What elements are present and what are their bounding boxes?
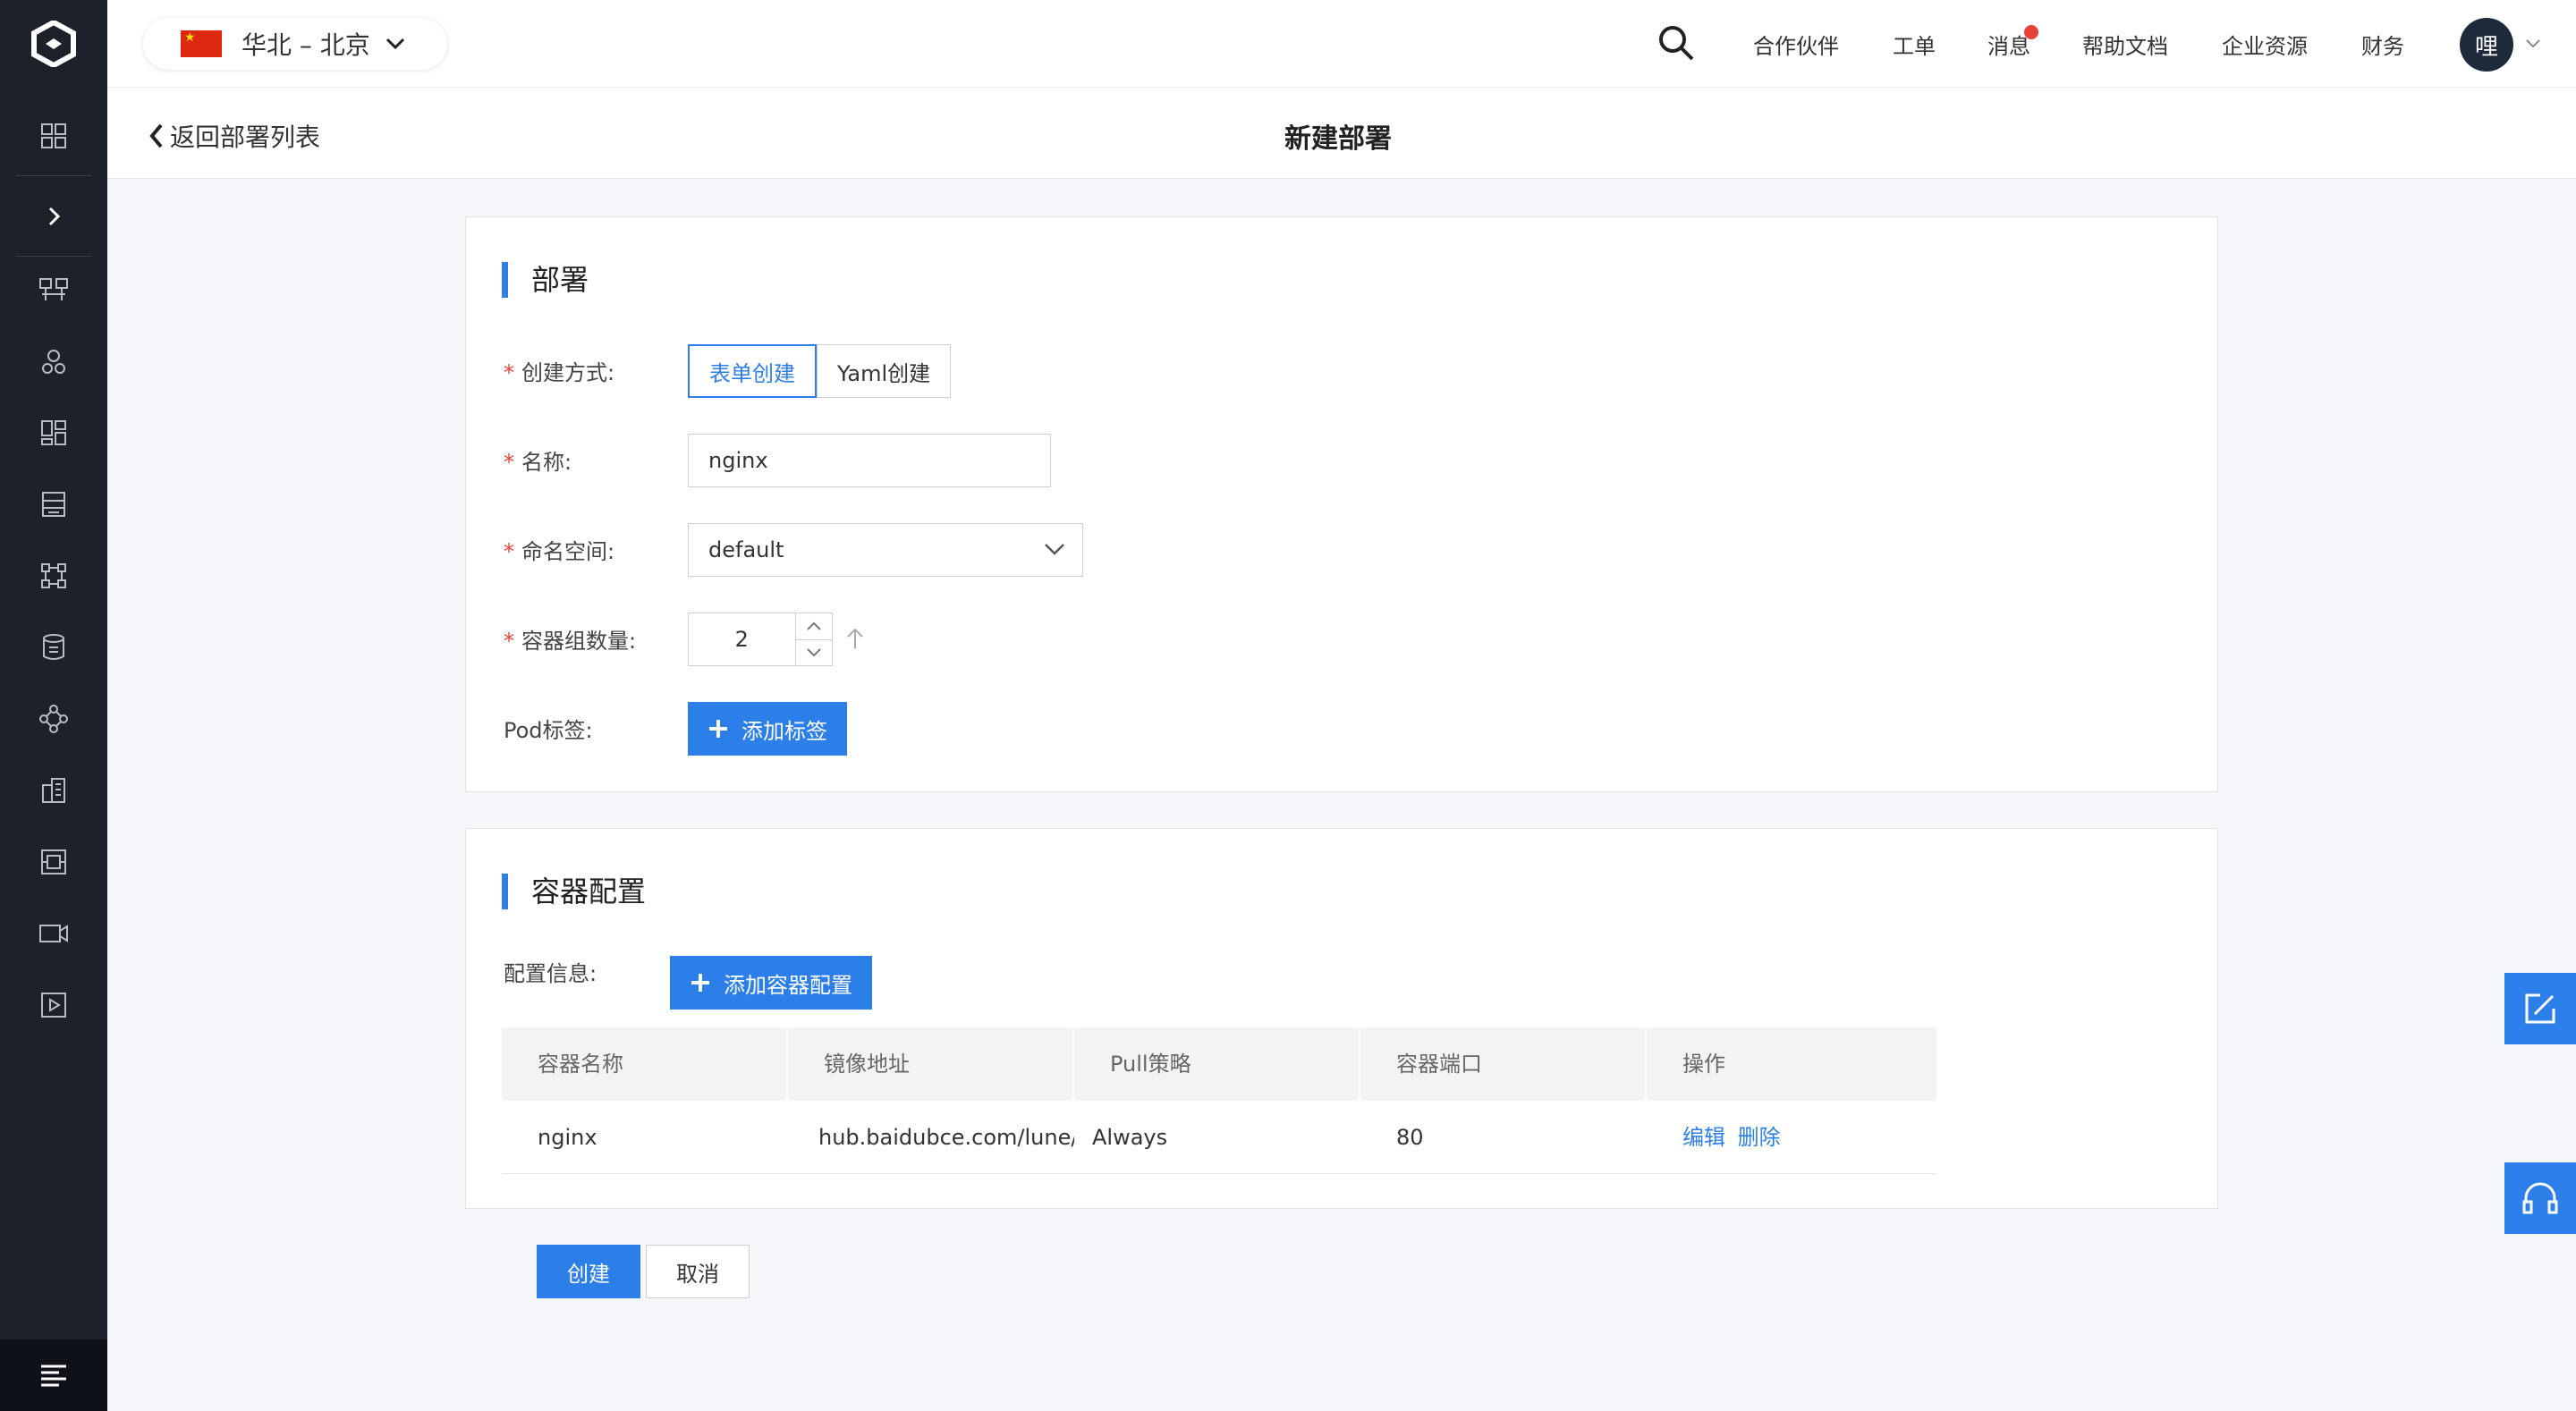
- topology-icon[interactable]: [0, 692, 107, 746]
- cell-container-port: 80: [1396, 1125, 1424, 1150]
- feedback-button[interactable]: [2504, 973, 2576, 1044]
- edit-icon: [2525, 993, 2555, 1024]
- expand-chevron-icon[interactable]: [0, 190, 107, 243]
- cloud-logo[interactable]: [0, 0, 107, 88]
- cell-pull-policy: Always: [1092, 1125, 1168, 1150]
- increment-button[interactable]: [795, 613, 832, 640]
- column-header-name: 容器名称: [502, 1027, 788, 1101]
- container-table: 容器名称 镜像地址 Pull策略 容器端口 操作 nginx hub.baidu…: [502, 1027, 1936, 1174]
- chevron-left-icon: [149, 123, 163, 148]
- column-header-port: 容器端口: [1360, 1027, 1647, 1101]
- apps-icon[interactable]: [0, 406, 107, 460]
- section-title-deploy: 部署: [502, 262, 589, 298]
- database-icon[interactable]: [0, 621, 107, 674]
- yaml-create-option[interactable]: Yaml创建: [817, 344, 952, 398]
- nav-divider: [16, 175, 91, 176]
- building-icon[interactable]: [0, 764, 107, 817]
- network-icon[interactable]: [0, 549, 107, 603]
- table-row: nginx hub.baidubce.com/lune/ng Always 80…: [502, 1101, 1936, 1174]
- arrow-up-icon: [847, 628, 863, 648]
- name-input[interactable]: nginx: [688, 434, 1051, 487]
- cluster-icon[interactable]: [0, 263, 107, 317]
- create-mode-toggle: 表单创建 Yaml创建: [688, 344, 952, 398]
- storage-icon[interactable]: [0, 477, 107, 531]
- config-info-label: 配置信息:: [504, 961, 597, 986]
- namespace-select[interactable]: default: [688, 523, 1083, 577]
- finance-link[interactable]: 财务: [2361, 29, 2404, 60]
- form-create-option[interactable]: 表单创建: [688, 344, 817, 398]
- chevron-down-icon: [1045, 544, 1064, 555]
- replicas-stepper: 2: [688, 613, 833, 666]
- add-label-text: 添加标签: [741, 718, 827, 744]
- image-registry-icon[interactable]: [0, 835, 107, 889]
- china-flag-icon: [181, 30, 222, 57]
- required-mark: *: [504, 539, 514, 564]
- required-mark: *: [504, 360, 514, 385]
- namespace-label: * 命名空间:: [504, 539, 615, 564]
- region-label: 华北 – 北京: [242, 30, 370, 60]
- name-label: * 名称:: [504, 450, 572, 475]
- support-button[interactable]: [2504, 1162, 2576, 1234]
- cell-actions: 编辑 删除: [1647, 1101, 1933, 1173]
- section-title-container: 容器配置: [502, 874, 646, 909]
- tickets-link[interactable]: 工单: [1893, 29, 1936, 60]
- chevron-down-icon[interactable]: [2524, 38, 2542, 50]
- edit-link[interactable]: 编辑: [1682, 1125, 1725, 1150]
- page-title: 新建部署: [1284, 123, 1392, 155]
- left-nav: [0, 0, 107, 1411]
- plus-icon: [691, 974, 709, 992]
- enterprise-resources-link[interactable]: 企业资源: [2222, 29, 2308, 60]
- chevron-up-icon: [807, 621, 821, 630]
- chevron-down-icon: [807, 648, 821, 657]
- top-bar: 华北 – 北京 合作伙伴 工单 消息 帮助文档 企业资源 财务 哩: [107, 0, 2576, 88]
- dashboard-icon[interactable]: [0, 109, 107, 163]
- plus-icon: [709, 720, 727, 738]
- pod-label-label: Pod标签:: [504, 718, 593, 743]
- deploy-card: 部署 * 创建方式: 表单创建 Yaml创建 * 名称: nginx * 命名空间: …: [465, 216, 2218, 792]
- column-header-pull: Pull策略: [1074, 1027, 1360, 1101]
- column-header-image: 镜像地址: [788, 1027, 1074, 1101]
- camera-icon[interactable]: [0, 907, 107, 960]
- headset-icon: [2522, 1182, 2558, 1214]
- back-link-label: 返回部署列表: [170, 123, 321, 152]
- delete-link[interactable]: 删除: [1738, 1125, 1781, 1150]
- replicas-label: * 容器组数量:: [504, 629, 637, 654]
- notification-dot: [2024, 25, 2038, 39]
- play-icon[interactable]: [0, 978, 107, 1032]
- back-to-list-link[interactable]: 返回部署列表: [148, 118, 320, 154]
- cell-container-name: nginx: [538, 1125, 597, 1150]
- search-icon[interactable]: [1657, 23, 1696, 63]
- add-container-config-button[interactable]: 添加容器配置: [670, 956, 872, 1010]
- required-mark: *: [504, 450, 514, 475]
- add-label-button[interactable]: 添加标签: [688, 702, 847, 756]
- decrement-button[interactable]: [796, 640, 832, 666]
- help-docs-link[interactable]: 帮助文档: [2082, 29, 2168, 60]
- partners-link[interactable]: 合作伙伴: [1753, 29, 1839, 60]
- add-container-config-text: 添加容器配置: [724, 972, 852, 998]
- region-selector[interactable]: 华北 – 北京: [143, 18, 447, 70]
- collapse-menu-icon[interactable]: [0, 1339, 107, 1411]
- page-header: 返回部署列表 新建部署: [107, 88, 2576, 179]
- nav-divider: [16, 256, 91, 257]
- replicas-input[interactable]: 2: [689, 613, 795, 665]
- chevron-down-icon: [386, 38, 404, 50]
- table-header: 容器名称 镜像地址 Pull策略 容器端口 操作: [502, 1027, 1936, 1101]
- avatar[interactable]: 哩: [2460, 18, 2513, 72]
- required-mark: *: [504, 629, 514, 654]
- create-mode-label: * 创建方式:: [504, 360, 615, 385]
- create-button[interactable]: 创建: [537, 1245, 640, 1298]
- namespace-value: default: [708, 537, 784, 562]
- column-header-actions: 操作: [1682, 1052, 1725, 1077]
- cancel-button[interactable]: 取消: [646, 1245, 750, 1298]
- users-icon[interactable]: [0, 334, 107, 388]
- cell-image-address: hub.baidubce.com/lune/ng: [818, 1125, 1074, 1150]
- container-config-card: 容器配置 配置信息: 添加容器配置 容器名称 镜像地址 Pull策略 容器端口 …: [465, 828, 2218, 1209]
